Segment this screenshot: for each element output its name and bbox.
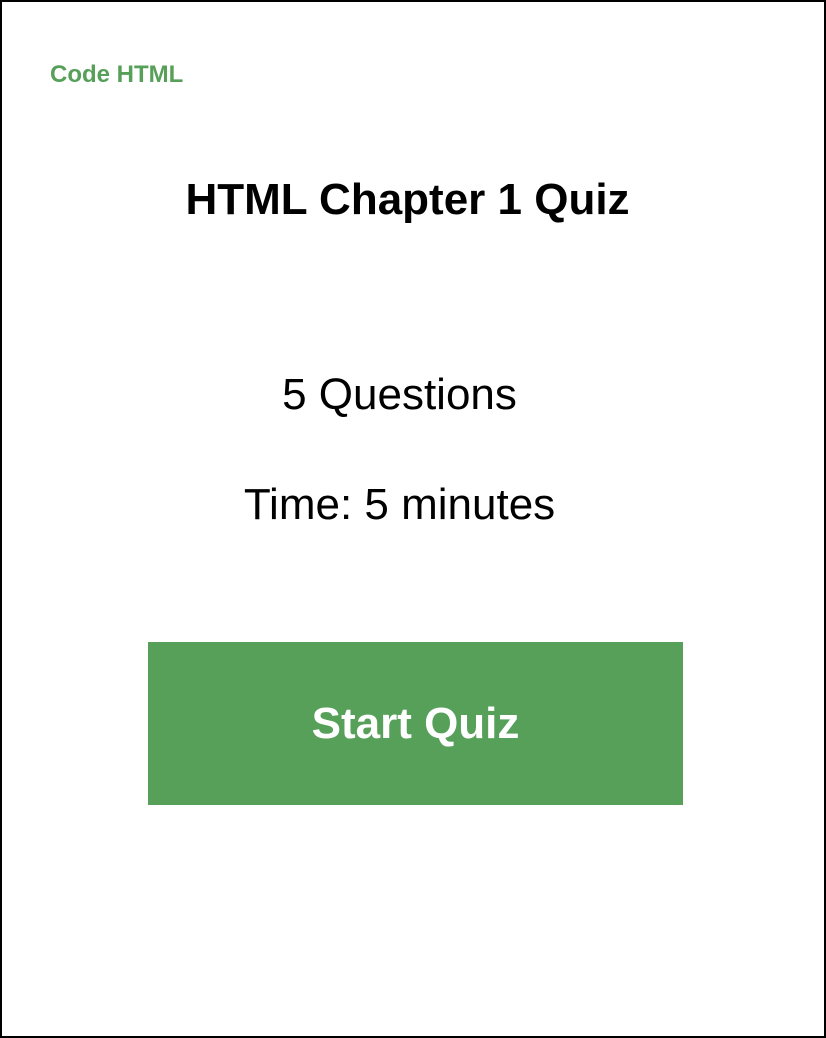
- start-quiz-label: Start Quiz: [311, 698, 520, 748]
- question-count: 5 Questions: [282, 370, 517, 419]
- time-limit: Time: 5 minutes: [243, 480, 556, 529]
- start-quiz-button[interactable]: Start Quiz: [148, 642, 683, 805]
- page-title: HTML Chapter 1 Quiz: [185, 175, 630, 224]
- brand-logo-text[interactable]: Code HTML: [50, 60, 183, 90]
- quiz-intro-card: Code HTML HTML Chapter 1 Quiz 5 Question…: [0, 0, 826, 1038]
